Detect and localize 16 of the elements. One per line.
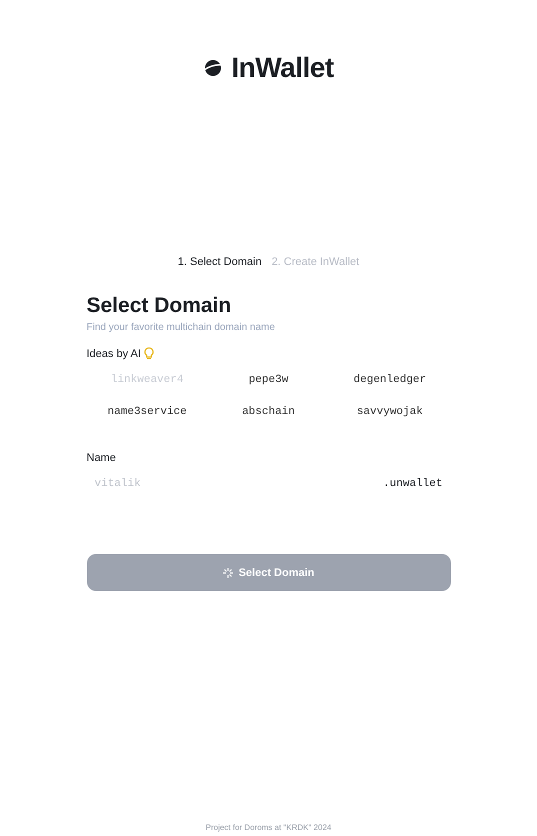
name-label: Name	[86, 452, 117, 464]
ideas-label: Ideas by AI	[86, 348, 141, 360]
app-logo: InWallet	[203, 52, 334, 84]
domain-suggestion[interactable]: pepe3w	[208, 370, 330, 390]
domain-suffix: .unwallet	[383, 478, 442, 490]
domain-suggestion[interactable]: savvywojak	[329, 402, 450, 422]
sparkle-icon	[222, 568, 233, 578]
planet-icon	[203, 59, 224, 77]
subtitle: Find your favorite multichain domain name	[86, 322, 276, 333]
page-heading: Select Domain	[86, 294, 232, 318]
domain-suggestion[interactable]: abschain	[208, 402, 330, 422]
domain-suggestion[interactable]: name3service	[86, 402, 208, 422]
footer-text: Project for Doroms at "KRDK" 2024	[206, 823, 332, 832]
lightbulb-icon	[144, 347, 154, 360]
step-tab[interactable]: 1. Select Domain	[178, 256, 262, 268]
domain-suggestion[interactable]: degenledger	[329, 370, 450, 390]
